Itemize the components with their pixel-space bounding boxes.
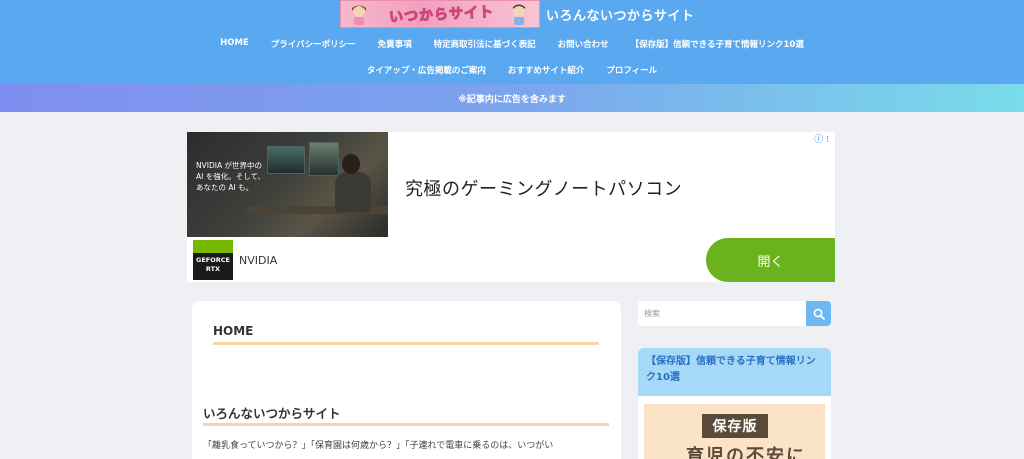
nav-advertising[interactable]: タイアップ・広告掲載のご案内 [356,60,497,86]
page-title: HOME [213,324,254,338]
main-content-card: HOME いろんないつからサイト 「離乳食っていつから？」「保育園は何歳から？」… [192,301,621,459]
boy-illustration-icon [513,4,525,25]
main-nav-row1: HOME プライバシーポリシー 免責事項 特定商取引法に基づく表記 お問い合わせ… [0,34,1024,58]
nav-privacy-policy[interactable]: プライバシーポリシー [260,34,367,58]
nav-parenting-links[interactable]: 【保存版】信頼できる子育て情報リンク10選 [620,34,815,58]
ad-photo-person-head [342,154,360,174]
girl-illustration-icon [352,5,366,25]
ad-brand-name[interactable]: NVIDIA [239,254,277,267]
display-ad[interactable]: NVIDIA が世界中の AI を強化。そして、あなたの AI も。 究極のゲー… [187,132,835,282]
nav-profile[interactable]: プロフィール [595,60,668,86]
ad-open-button[interactable]: 開く [706,238,835,282]
nav-commercial-law[interactable]: 特定商取引法に基づく表記 [423,34,547,58]
ad-headline[interactable]: 究極のゲーミングノートパソコン [405,175,682,201]
ad-notice-bar: ※記事内に広告を含みます [0,84,1024,112]
ad-photo-person [335,172,371,212]
nav-contact[interactable]: お問い合わせ [547,34,620,58]
logo-text: いつからサイト [388,4,495,26]
sidebar-widget-parenting-links: 【保存版】信頼できる子育て情報リンク10選 保存版 育児の不安に [638,348,831,459]
ad-photo-monitor [267,146,305,174]
site-logo[interactable]: いつからサイト [340,0,540,28]
logo-row: いつからサイト いろんないつからサイト [340,0,695,28]
intro-text: 「離乳食っていつから？」「保育園は何歳から？」「子連れで電車に乗るのは、いつがい [203,441,554,451]
sidebar-search [638,301,831,326]
widget-banner-image[interactable]: 保存版 育児の不安に [644,404,825,459]
ad-notice-text: ※記事内に広告を含みます [458,94,566,105]
widget-image-tag: 保存版 [702,414,768,438]
main-nav-row2: タイアップ・広告掲載のご案内 おすすめサイト紹介 プロフィール [0,60,1024,86]
nav-home[interactable]: HOME [209,34,260,58]
ad-brand-logo-line1: GEFORCE [196,256,230,264]
section-underline [203,423,609,426]
ad-info-icon[interactable]: ⓘ ⁝ [814,132,829,145]
widget-image-caption: 育児の不安に [686,446,806,459]
widget-title[interactable]: 【保存版】信頼できる子育て情報リンク10選 [638,348,831,396]
ad-photo[interactable]: NVIDIA が世界中の AI を強化。そして、あなたの AI も。 [187,132,388,237]
ad-brand-logo-line2: RTX [205,265,221,273]
section-title: いろんないつからサイト [203,406,341,421]
ad-photo-monitor [309,142,339,176]
ad-photo-text: NVIDIA が世界中の AI を強化。そして、あなたの AI も。 [196,161,266,192]
search-input[interactable] [638,301,806,326]
nvidia-logo-bar [193,240,233,253]
nvidia-logo-icon[interactable]: GEFORCE RTX [193,240,233,280]
nav-disclaimer[interactable]: 免責事項 [367,34,423,58]
search-icon [813,308,825,320]
site-header: いつからサイト いろんないつからサイト HOME プライバシーポリシー 免責事項… [0,0,1024,86]
site-title[interactable]: いろんないつからサイト [546,5,695,24]
title-underline [213,342,599,345]
nav-recommended-sites[interactable]: おすすめサイト紹介 [496,60,596,86]
search-button[interactable] [806,301,831,326]
